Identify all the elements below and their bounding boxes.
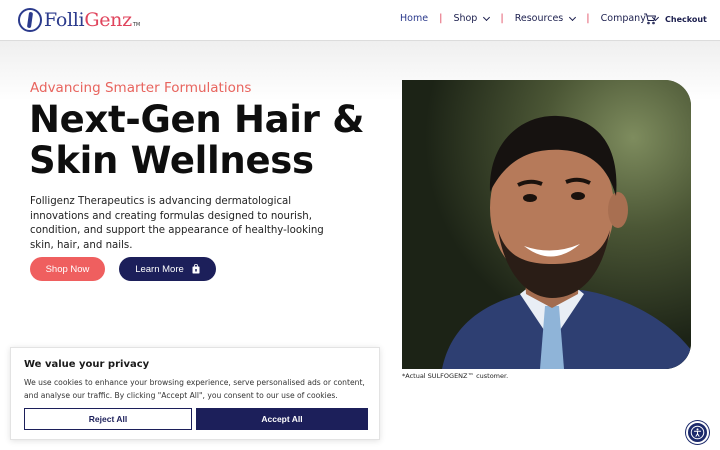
nav-label: Resources: [514, 13, 564, 24]
logo-mark-icon: [18, 8, 42, 32]
hero-photo: [402, 80, 691, 369]
logo-wordmark: FolliGenz: [44, 9, 132, 31]
learn-more-label: Learn More: [135, 263, 184, 275]
logo-trademark: TM: [132, 22, 141, 28]
cart-icon: [644, 13, 656, 25]
nav-label: Home: [400, 13, 429, 24]
reject-all-button[interactable]: Reject All: [24, 408, 192, 430]
reject-all-label: Reject All: [88, 414, 128, 424]
shopping-bag-icon: [192, 264, 200, 274]
shop-now-label: Shop Now: [45, 263, 90, 275]
chevron-down-icon: [483, 13, 491, 21]
photo-caption: *Actual SULFOGENZ™ customer.: [402, 372, 509, 380]
cookie-consent-banner: We value your privacy We use cookies to …: [10, 347, 380, 440]
cookie-text: We use cookies to enhance your browsing …: [24, 378, 365, 400]
folligenz-logo[interactable]: FolliGenz TM: [18, 7, 140, 33]
accept-all-label: Accept All: [261, 414, 303, 424]
hero-headline: Next-Gen Hair & Skin Wellness: [29, 99, 369, 181]
headline-line-2: Skin Wellness: [29, 139, 314, 182]
shop-now-button[interactable]: Shop Now: [30, 257, 105, 281]
nav-item-shop[interactable]: Shop: [453, 13, 491, 24]
nav-label: Company: [600, 13, 646, 24]
cookie-title: We value your privacy: [24, 359, 150, 370]
chevron-down-icon: [569, 13, 577, 21]
nav-separator: |: [586, 13, 590, 24]
hero-eyebrow: Advancing Smarter Formulations: [30, 80, 252, 96]
main-nav: Home | Shop | Resources | Company: [400, 13, 659, 24]
site-header: FolliGenz TM Home | Shop | Resources | C…: [0, 0, 720, 41]
accessibility-icon: [690, 425, 705, 440]
nav-item-home[interactable]: Home: [400, 13, 428, 24]
accept-all-button[interactable]: Accept All: [196, 408, 368, 430]
learn-more-button[interactable]: Learn More: [119, 257, 216, 281]
nav-label: Shop: [453, 13, 478, 24]
nav-separator: |: [500, 13, 504, 24]
nav-item-resources[interactable]: Resources: [514, 13, 577, 24]
nav-separator: |: [439, 13, 443, 24]
hero-description: Folligenz Therapeutics is advancing derm…: [30, 196, 324, 251]
checkout-link[interactable]: Checkout: [644, 13, 707, 25]
accessibility-button[interactable]: [686, 421, 709, 444]
checkout-label: Checkout: [665, 14, 707, 24]
customer-portrait-image: [402, 80, 691, 369]
headline-line-1: Next-Gen Hair &: [29, 98, 365, 141]
